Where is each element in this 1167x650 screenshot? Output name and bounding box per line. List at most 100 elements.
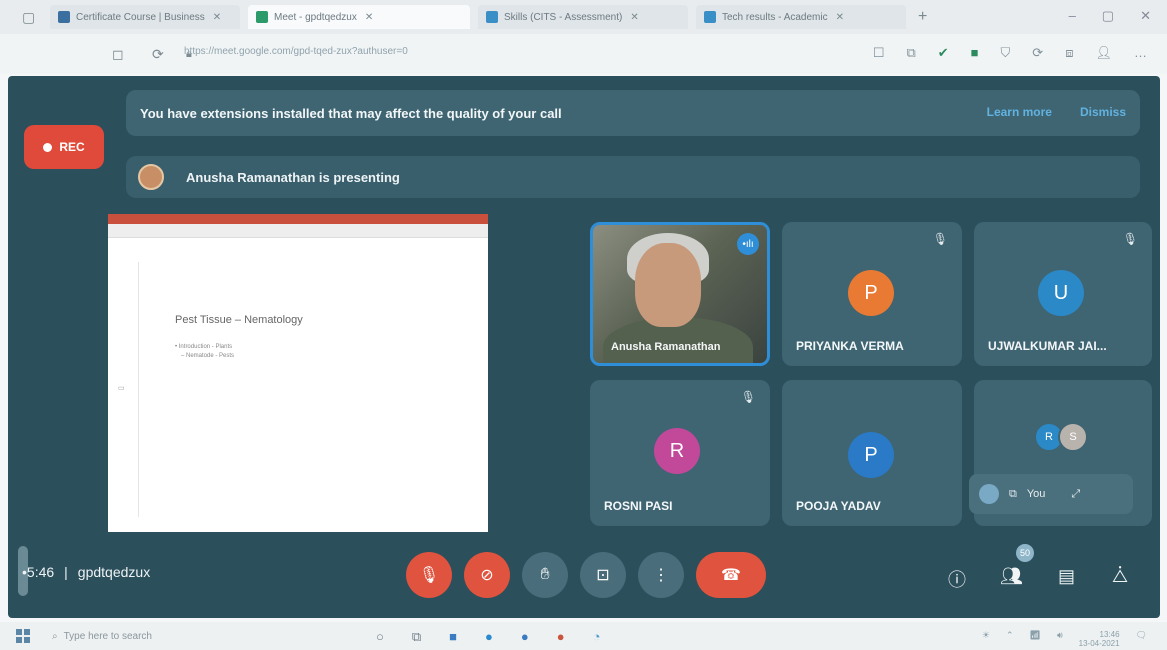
extension-toolbar: ☐ ⧉ ✔ ■ ⛉ ⟳ ⧈ 👤︎ … — [873, 45, 1147, 61]
video-person-face — [635, 243, 701, 327]
participant-name: POOJA YADAV — [796, 499, 881, 513]
page-icon — [486, 11, 498, 23]
participant-avatar: S — [1058, 422, 1088, 452]
more-options-button[interactable]: ⋮ — [638, 552, 684, 598]
page-icon — [704, 11, 716, 23]
close-icon[interactable]: ✕ — [365, 12, 373, 23]
tab-actions-icon[interactable]: ▢ — [22, 9, 36, 26]
extension-icon[interactable]: ⧉ — [906, 45, 915, 61]
edge-icon[interactable]: ● — [485, 629, 493, 645]
browser-tab-tech[interactable]: Tech results - Academic ✕ — [696, 5, 906, 29]
slide-thumbnail-icon: ▭ — [118, 385, 125, 392]
pin-icon[interactable]: ⧉ — [1009, 488, 1017, 501]
window-controls: – ▢ ✕ — [1069, 8, 1151, 24]
new-tab-button[interactable]: + — [918, 8, 927, 26]
slide-canvas: Pest Tissue – Nematology • Introduction … — [138, 262, 468, 517]
record-dot-icon — [43, 142, 53, 152]
volume-icon[interactable]: 🔊︎ — [1057, 630, 1063, 648]
close-icon[interactable]: ✕ — [630, 12, 638, 23]
activities-icon[interactable]: ⧊ — [1112, 566, 1128, 587]
self-view[interactable]: ⧉ You ⤢ — [969, 474, 1133, 514]
shared-screen[interactable]: Pest Tissue – Nematology • Introduction … — [108, 214, 488, 532]
close-window-icon[interactable]: ✕ — [1140, 8, 1151, 24]
cortana-icon[interactable]: ○ — [376, 629, 384, 645]
chat-icon[interactable]: ▤ — [1058, 566, 1075, 587]
participant-tile[interactable]: 🎙︎ P PRIYANKA VERMA — [782, 222, 962, 366]
back-icon[interactable]: ◻ — [112, 46, 126, 63]
slide-heading: Pest Tissue – Nematology — [175, 314, 303, 326]
presenting-banner: Anusha Ramanathan is presenting — [126, 156, 1140, 198]
doc-icon — [58, 11, 70, 23]
task-view-icon[interactable]: ⧉ — [412, 629, 421, 645]
meeting-details: •5:46 | gpdtqedzux — [22, 564, 150, 580]
participant-name: Anusha Ramanathan — [611, 341, 721, 353]
mic-toggle-button[interactable]: 🎙︎ — [406, 552, 452, 598]
participant-avatar: R — [654, 428, 700, 474]
browser-tab-skills[interactable]: Skills (CITS - Assessment) ✕ — [478, 5, 688, 29]
info-icon[interactable]: ⓘ — [948, 566, 966, 592]
participant-avatar: P — [848, 270, 894, 316]
camera-toggle-button[interactable]: ⊘ — [464, 552, 510, 598]
presentation-ribbon — [108, 224, 488, 238]
clock-date: 13-04-2021 — [1078, 639, 1120, 648]
participant-tile[interactable]: 🎙︎ R ROSNI PASI — [590, 380, 770, 526]
learn-more-link[interactable]: Learn more — [987, 105, 1052, 119]
more-vert-icon: ⋮ — [653, 567, 669, 584]
participant-tile[interactable]: P POOJA YADAV — [782, 380, 962, 526]
participant-tile[interactable]: 🎙︎ U UJWALKUMAR JAI... — [974, 222, 1152, 366]
powerpoint-icon[interactable]: ● — [557, 629, 565, 645]
meet-icon — [256, 11, 268, 23]
self-view-label: You — [1026, 488, 1046, 500]
mic-off-icon: 🎙︎ — [418, 567, 440, 584]
reader-icon[interactable]: ☐ — [873, 45, 885, 61]
participant-tile-speaker[interactable]: •ılı Anusha Ramanathan — [590, 222, 770, 366]
screen: ▢ Certificate Course | Business ✕ Meet -… — [0, 0, 1167, 650]
app-icon[interactable]: ● — [521, 629, 529, 645]
other-participants: R S — [1034, 422, 1088, 452]
browser-tab-meet[interactable]: Meet - gpdtqedzux ✕ — [248, 5, 470, 29]
refresh-ext-icon[interactable]: ⟳ — [1032, 45, 1043, 61]
people-icon[interactable]: 👥︎ — [1000, 566, 1023, 587]
extension-square-icon[interactable]: ■ — [971, 45, 979, 61]
notification-icon[interactable]: 🗨︎ — [1136, 630, 1147, 648]
present-button[interactable]: ⊡ — [580, 552, 626, 598]
participant-avatar: U — [1038, 270, 1084, 316]
collections-icon[interactable]: ⧈ — [1065, 45, 1073, 61]
presentation-titlebar — [108, 214, 488, 224]
hang-up-icon: ☎︎ — [721, 567, 741, 584]
dismiss-link[interactable]: Dismiss — [1080, 105, 1126, 119]
tab-label: Tech results - Academic — [722, 11, 828, 23]
expand-icon[interactable]: ⤢ — [1071, 488, 1080, 501]
browser-tab-certificate[interactable]: Certificate Course | Business ✕ — [50, 5, 240, 29]
check-extension-icon[interactable]: ✔ — [938, 45, 949, 61]
clock[interactable]: 13:46 13-04-2021 — [1079, 630, 1120, 648]
url-field[interactable]: https://meet.google.com/gpd-tqed-zux?aut… — [184, 46, 408, 57]
self-avatar — [979, 484, 999, 504]
close-icon[interactable]: ✕ — [836, 12, 844, 23]
weather-icon[interactable]: ☀ — [982, 630, 990, 648]
meet-stage: You have extensions installed that may a… — [8, 76, 1160, 618]
shield-icon[interactable]: ⛉ — [1001, 45, 1011, 61]
participant-avatar: P — [848, 432, 894, 478]
taskbar-search[interactable]: ⌕ Type here to search — [52, 631, 152, 642]
tab-label: Certificate Course | Business — [76, 11, 205, 23]
participant-count-badge: 50 — [1016, 544, 1034, 562]
close-icon[interactable]: ✕ — [213, 12, 221, 23]
address-bar: ◻ ⟳ 🔒︎ https://meet.google.com/gpd-tqed-… — [0, 34, 1167, 74]
chevron-up-icon[interactable]: ⌃ — [1006, 630, 1014, 648]
end-call-button[interactable]: ☎︎ — [696, 552, 766, 598]
maximize-icon[interactable]: ▢ — [1102, 8, 1114, 24]
search-placeholder: Type here to search — [63, 630, 152, 642]
minimize-icon[interactable]: – — [1069, 8, 1076, 24]
raise-hand-button[interactable]: ✋︎ — [522, 552, 568, 598]
profile-icon[interactable]: 👤︎ — [1095, 45, 1112, 61]
windows-start-icon[interactable] — [16, 629, 30, 643]
slide-bullet: – Nematode - Pests — [181, 353, 235, 359]
menu-dots-icon[interactable]: … — [1134, 45, 1147, 61]
chrome-icon[interactable]: ◔ — [593, 629, 601, 645]
recording-badge[interactable]: REC — [24, 125, 104, 169]
refresh-icon[interactable]: ⟳ — [152, 46, 166, 63]
app-icon[interactable]: ■ — [449, 629, 457, 645]
network-icon[interactable]: 📶︎ — [1030, 630, 1041, 648]
participant-name: ROSNI PASI — [604, 499, 673, 513]
